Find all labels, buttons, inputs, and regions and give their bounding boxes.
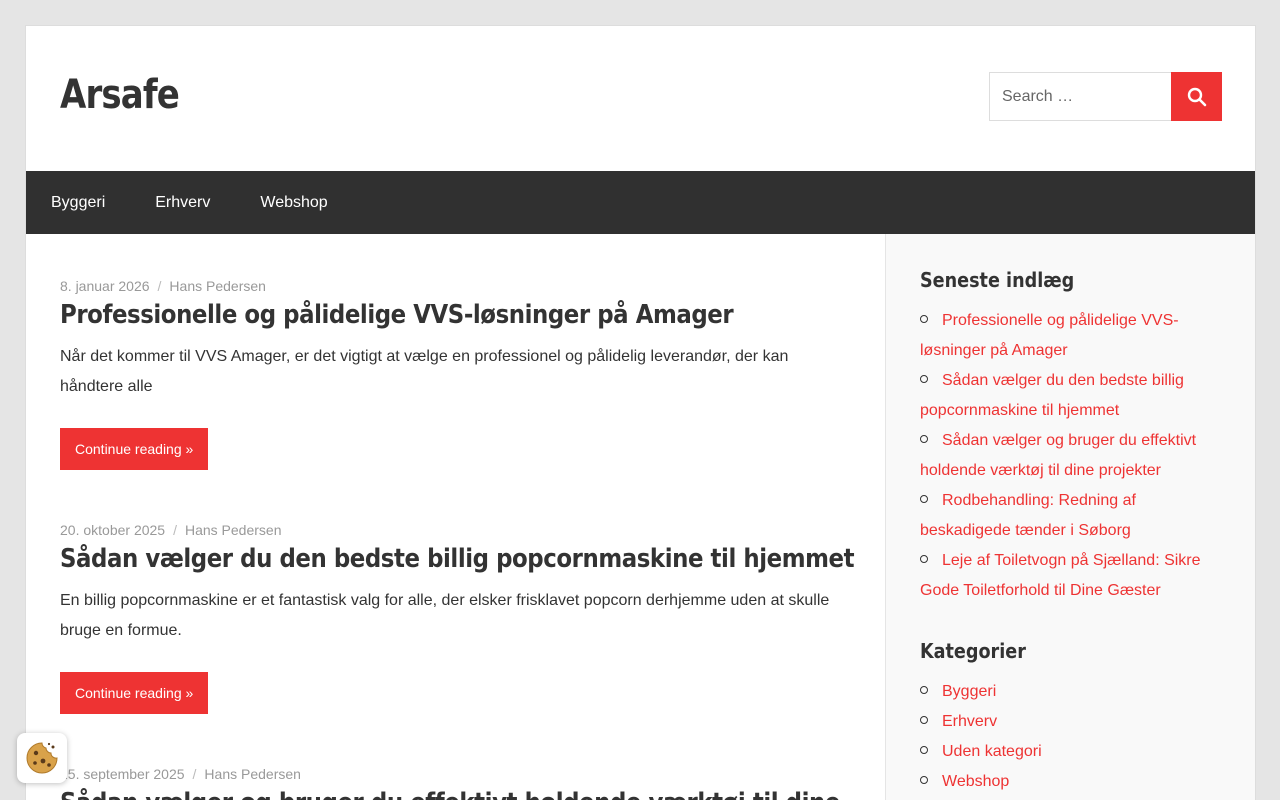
post-excerpt: En billig popcornmaskine er et fantastis…	[60, 592, 830, 639]
post: 20. oktober 2025 / Hans Pedersen Sådan væl…	[60, 522, 855, 714]
post-author[interactable]: Hans Pedersen	[204, 766, 301, 782]
post-author[interactable]: Hans Pedersen	[185, 522, 282, 538]
nav-item-erhverv[interactable]: Erhverv	[130, 171, 235, 234]
meta-separator: /	[157, 278, 162, 294]
category-link-byggeri[interactable]: Byggeri	[942, 683, 996, 700]
read-more-button[interactable]: Continue reading »	[60, 672, 209, 714]
search-input[interactable]	[989, 72, 1171, 121]
bullet-icon	[920, 745, 928, 754]
search-icon	[1187, 87, 1206, 106]
recent-posts-list: Professionelle og pålidelige VVS-løsning…	[920, 306, 1221, 606]
list-item: Sådan vælger og bruger du effektivt hold…	[920, 426, 1221, 486]
post-date[interactable]: 8. januar 2026	[60, 278, 150, 294]
list-item: Sådan vælger du den bedste billig popcor…	[920, 366, 1221, 426]
list-item: Leje af Toiletvogn på Sjælland: Sikre Go…	[920, 546, 1221, 606]
bullet-icon	[920, 494, 928, 503]
meta-separator: /	[192, 766, 197, 782]
list-item: Uden kategori	[920, 737, 1221, 767]
read-more-button[interactable]: Continue reading »	[60, 428, 209, 470]
recent-post-link[interactable]: Rodbehandling: Redning af beskadigede tæ…	[920, 492, 1136, 539]
category-link-webshop[interactable]: Webshop	[942, 773, 1009, 790]
main-nav: Byggeri Erhverv Webshop	[26, 171, 1255, 234]
post-title[interactable]: Sådan vælger og bruger du effektivt hold…	[60, 788, 840, 800]
post-meta: 8. januar 2026 / Hans Pedersen	[60, 278, 851, 294]
list-item: Professionelle og pålidelige VVS-løsning…	[920, 306, 1221, 366]
bullet-icon	[920, 374, 928, 383]
bullet-icon	[920, 775, 928, 784]
bullet-icon	[920, 314, 928, 323]
nav-item-byggeri[interactable]: Byggeri	[26, 171, 130, 234]
site-header: Arsafe	[26, 26, 1255, 171]
post-meta: 15. september 2025 / Hans Pedersen	[60, 766, 851, 782]
post: 15. september 2025 / Hans Pedersen Sådan v…	[60, 766, 851, 800]
post-meta: 20. oktober 2025 / Hans Pedersen	[60, 522, 851, 538]
post-date[interactable]: 15. september 2025	[60, 766, 185, 782]
post-title[interactable]: Professionelle og pålidelige VVS-løsning…	[60, 300, 756, 330]
post-author[interactable]: Hans Pedersen	[169, 278, 266, 294]
cookie-icon	[26, 742, 58, 774]
post-excerpt: Når det kommer til VVS Amager, er det vi…	[60, 348, 789, 395]
list-item: Webshop	[920, 767, 1221, 797]
recent-posts-widget: Seneste indlæg Professionelle og pålidel…	[920, 268, 1221, 606]
recent-post-link[interactable]: Sådan vælger du den bedste billig popcor…	[920, 372, 1184, 419]
bullet-icon	[920, 554, 928, 563]
cookie-settings-button[interactable]	[17, 733, 67, 783]
site-title[interactable]: Arsafe	[60, 72, 180, 118]
list-item: Rodbehandling: Redning af beskadigede tæ…	[920, 486, 1221, 546]
post: 8. januar 2026 / Hans Pedersen Professione…	[60, 278, 851, 470]
recent-post-link[interactable]: Sådan vælger og bruger du effektivt hold…	[920, 432, 1196, 479]
post-list: 8. januar 2026 / Hans Pedersen Professione…	[26, 234, 885, 800]
recent-post-link[interactable]: Professionelle og pålidelige VVS-løsning…	[920, 312, 1179, 359]
category-link-uden-kategori[interactable]: Uden kategori	[942, 743, 1042, 760]
nav-item-webshop[interactable]: Webshop	[235, 171, 352, 234]
sidebar: Seneste indlæg Professionelle og pålidel…	[885, 234, 1255, 800]
category-link-erhverv[interactable]: Erhverv	[942, 713, 997, 730]
search-form	[989, 72, 1222, 121]
list-item: Erhverv	[920, 707, 1221, 737]
meta-separator: /	[173, 522, 177, 538]
post-date[interactable]: 20. oktober 2025	[60, 522, 165, 538]
bullet-icon	[920, 715, 928, 724]
list-item: Byggeri	[920, 677, 1221, 707]
recent-post-link[interactable]: Leje af Toiletvogn på Sjælland: Sikre Go…	[920, 552, 1201, 599]
bullet-icon	[920, 685, 928, 694]
post-title[interactable]: Sådan vælger du den bedste billig popcor…	[60, 544, 855, 574]
categories-list: Byggeri Erhverv Uden kategori Webshop	[920, 677, 1221, 797]
content-area: 8. januar 2026 / Hans Pedersen Professione…	[26, 234, 1255, 800]
categories-widget: Kategorier Byggeri Erhverv Uden kategori…	[920, 639, 1221, 797]
page: Arsafe Byggeri Erhverv Webshop 8. januar…	[25, 25, 1256, 800]
search-button[interactable]	[1171, 72, 1222, 121]
widget-title: Seneste indlæg	[920, 268, 1075, 292]
widget-title: Kategorier	[920, 639, 1026, 663]
bullet-icon	[920, 434, 928, 443]
